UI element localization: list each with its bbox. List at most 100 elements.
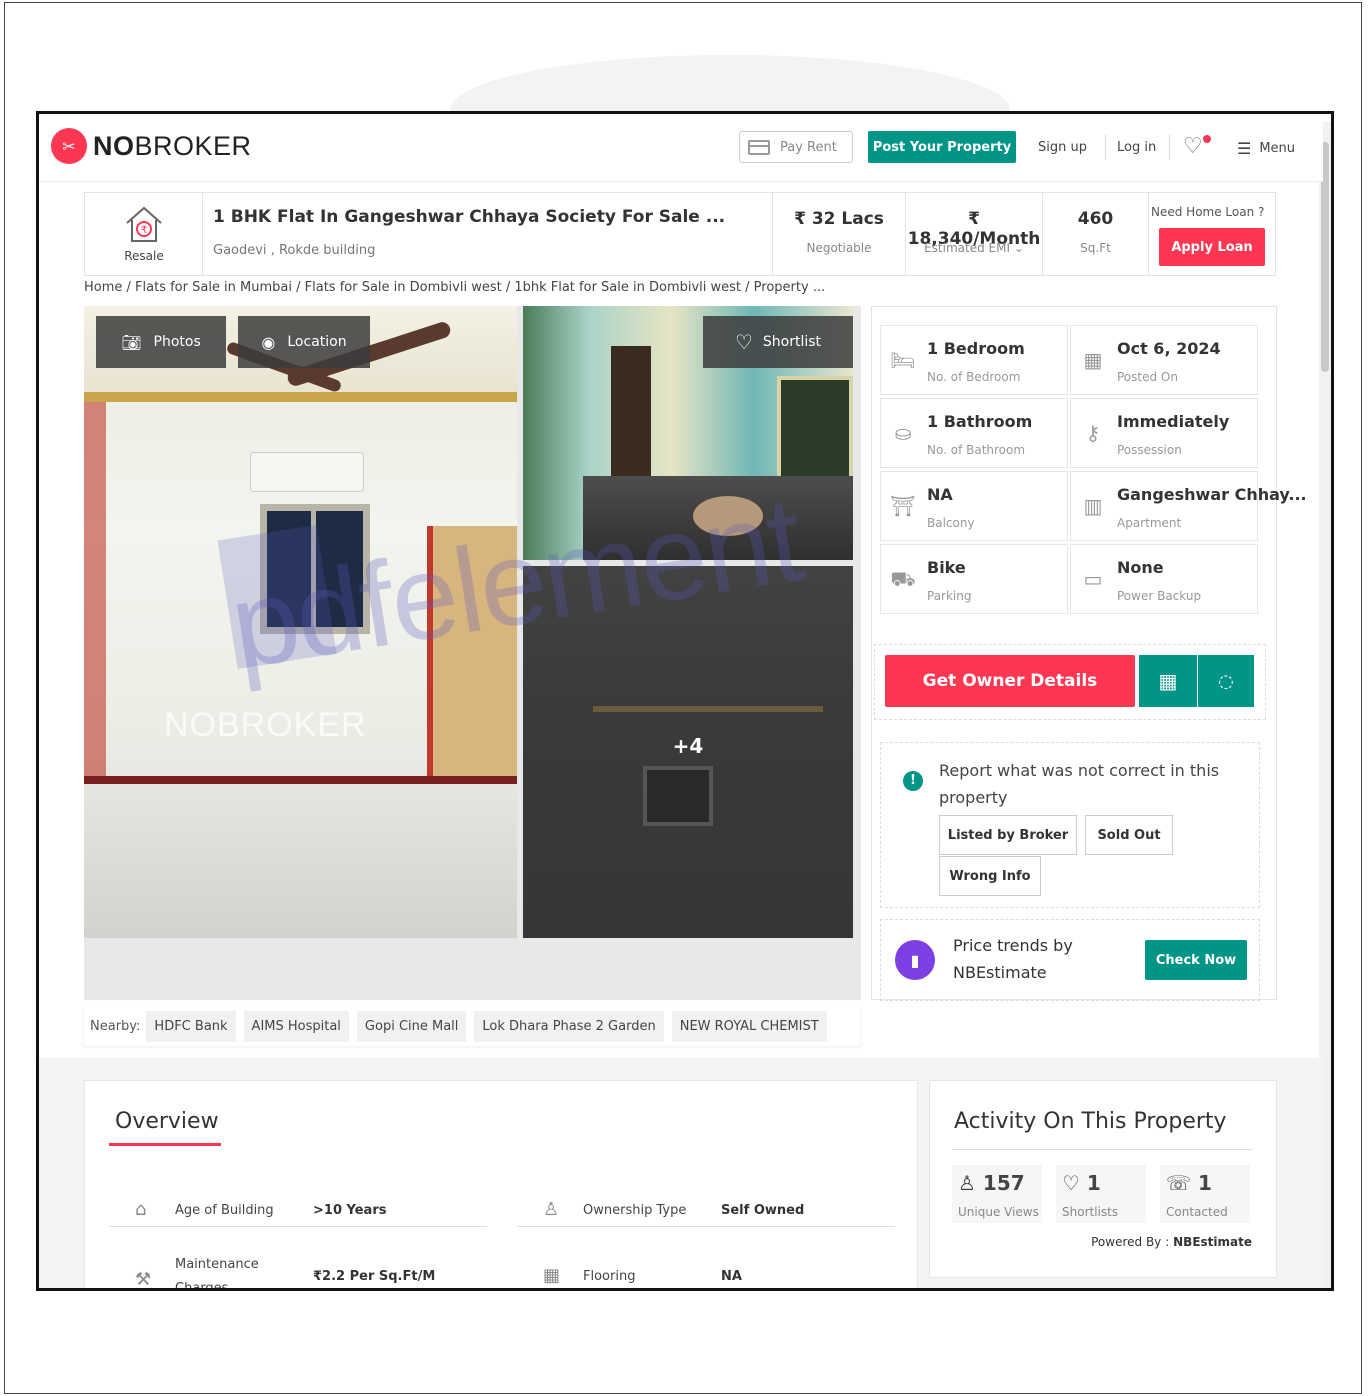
price-trends-text: Price trends by NBEstimate <box>953 936 1073 982</box>
chevron-down-icon: ⌄ <box>1013 241 1024 255</box>
report-text: Report what was not correct in this prop… <box>939 761 1220 807</box>
chart-icon: ▮ <box>895 940 935 980</box>
overview-label: Flooring <box>583 1269 636 1284</box>
overview-row: ⌂ Age of Building >10 Years <box>109 1187 487 1227</box>
overview-value: Self Owned <box>721 1203 805 1218</box>
sign-up-link[interactable]: Sign up <box>1038 140 1087 155</box>
nearby-chip[interactable]: AIMS Hospital <box>243 1010 349 1042</box>
logo-text: NOBROKER <box>93 130 252 161</box>
report-section: ! Report what was not correct in this pr… <box>880 742 1260 908</box>
detail-cell: ▥ Gangeshwar Chhay... Apartment <box>1070 471 1307 541</box>
property-location: Gaodevi , Rokde building <box>213 243 376 258</box>
building-icon: ▥ <box>1083 494 1103 518</box>
calendar-icon: ▦ <box>1083 348 1103 372</box>
nearby-chip[interactable]: HDFC Bank <box>146 1010 236 1042</box>
shortlist-button[interactable]: ♡ Shortlist <box>703 316 853 368</box>
alert-icon: ! <box>903 771 923 791</box>
property-details-panel: 🛏︎ 1 Bedroom No. of Bedroom ▦ Oct 6, 2024 Pos… <box>871 306 1307 1001</box>
car-icon: ⛟ <box>890 567 916 591</box>
nearby-chip[interactable]: Lok Dhara Phase 2 Garden <box>474 1010 664 1042</box>
property-type-cell: ₹ Resale <box>85 193 203 275</box>
cake-icon: ⌂ <box>135 1199 147 1220</box>
svg-text:₹: ₹ <box>141 225 147 236</box>
overview-label: Age of Building <box>175 1203 274 1218</box>
shortlists-stat: ♡ 1 Shortlists <box>1056 1165 1146 1223</box>
photos-label: Photos <box>153 334 201 350</box>
activity-divider <box>952 1149 1252 1150</box>
camera-icon: 📷︎ <box>121 332 142 352</box>
unique-views-stat: ♙ 157 Unique Views <box>952 1165 1042 1223</box>
site-header: ✂ NOBROKER Pay Rent Post Your Property S… <box>39 114 1323 182</box>
overview-value: NA <box>721 1269 742 1284</box>
compass-icon: ◉ <box>261 332 276 352</box>
contacted-stat: ☏ 1 Contacted <box>1160 1165 1250 1223</box>
detail-label: Apartment <box>1117 516 1182 530</box>
nearby-label: Nearby: <box>90 1018 141 1034</box>
owner-icon: ♙ <box>543 1199 560 1220</box>
grid-icon: ▦ <box>543 1265 561 1286</box>
detail-label: No. of Bedroom <box>927 370 1021 384</box>
owner-actions: Get Owner Details ▦ ◌ <box>874 644 1266 720</box>
apply-loan-button[interactable]: Apply Loan <box>1159 228 1265 266</box>
nav-divider <box>1105 134 1106 160</box>
photos-button[interactable]: 📷︎ Photos <box>96 316 226 368</box>
calendar-icon: ▦ <box>1158 669 1178 693</box>
nobroker-logo[interactable]: ✂ NOBROKER <box>51 128 252 164</box>
breadcrumb[interactable]: Home / Flats for Sale in Mumbai / Flats … <box>84 280 825 295</box>
emi-note[interactable]: Estimated EMI ⌄ <box>906 241 1042 255</box>
photo-watermark: NOBROKER <box>164 706 367 744</box>
nav-divider <box>1169 134 1170 160</box>
detail-label: Posted On <box>1117 370 1178 384</box>
logo-badge-icon: ✂ <box>51 128 87 164</box>
report-wrong-info[interactable]: Wrong Info <box>939 856 1041 896</box>
pay-rent-button[interactable]: Pay Rent <box>739 131 853 163</box>
detail-label: Possession <box>1117 443 1182 457</box>
overview-underline <box>109 1143 221 1146</box>
price-trends-section: ▮ Price trends by NBEstimate Check Now <box>880 919 1260 1001</box>
report-sold-out[interactable]: Sold Out <box>1085 815 1173 855</box>
title-cell: 1 BHK Flat In Gangeshwar Chhaya Society … <box>203 193 773 275</box>
more-photos-count: +4 <box>672 734 704 758</box>
chat-icon: ◌ <box>1218 670 1234 692</box>
powered-by: Powered By : NBEstimate <box>1091 1235 1252 1249</box>
nearby-chip[interactable]: NEW ROYAL CHEMIST <box>671 1010 827 1042</box>
tools-icon: ⚒ <box>135 1269 152 1290</box>
phone-icon: ☏ <box>1166 1171 1192 1195</box>
detail-value: 1 Bedroom <box>927 339 1025 358</box>
area-cell: 460 Sq.Ft <box>1043 193 1149 275</box>
detail-value: Bike <box>927 558 966 577</box>
overview-card: Overview ⌂ Age of Building >10 Years ♙ O… <box>84 1080 918 1290</box>
photo-gallery: NOBROKER 📷︎ Photos ◉ Location ♡ Shortlis… <box>84 306 861 1000</box>
balcony-icon: ⛩︎ <box>890 494 916 518</box>
report-listed-by-broker[interactable]: Listed by Broker <box>939 815 1077 855</box>
home-loan-question: Need Home Loan ? <box>1151 205 1265 219</box>
check-now-button[interactable]: Check Now <box>1145 940 1247 980</box>
emi-cell[interactable]: ₹ 18,340/Month Estimated EMI ⌄ <box>906 193 1043 275</box>
heart-icon: ♡ <box>734 330 753 354</box>
get-owner-details-button[interactable]: Get Owner Details <box>885 655 1135 707</box>
schedule-visit-button[interactable]: ▦ <box>1139 655 1197 707</box>
nearby-chip[interactable]: Gopi Cine Mall <box>356 1010 467 1042</box>
post-property-button[interactable]: Post Your Property <box>868 131 1016 163</box>
more-photos-tile[interactable]: +4 <box>523 566 853 938</box>
bathtub-icon: ⛀ <box>894 421 912 445</box>
detail-cell: ⛩︎ NA Balcony <box>880 471 1068 541</box>
chat-button[interactable]: ◌ <box>1198 655 1254 707</box>
resale-house-icon: ₹ <box>126 206 162 242</box>
credit-card-icon <box>748 139 770 155</box>
detail-value: NA <box>927 485 953 504</box>
location-button[interactable]: ◉ Location <box>238 316 370 368</box>
menu-button[interactable]: ☰ Menu <box>1237 139 1295 158</box>
listing-summary-bar: ₹ Resale 1 BHK Flat In Gangeshwar Chhaya… <box>84 192 1276 276</box>
main-photo[interactable]: NOBROKER <box>84 306 517 938</box>
overview-row: ▦ Flooring NA <box>517 1247 895 1287</box>
shortlist-heart-icon[interactable]: ♡ <box>1183 134 1203 159</box>
detail-value: Immediately <box>1117 412 1230 431</box>
detail-value: Oct 6, 2024 <box>1117 339 1221 358</box>
area-value: 460 <box>1077 209 1114 229</box>
detail-cell: ▭ None Power Backup <box>1070 544 1258 614</box>
activity-card: Activity On This Property ♙ 157 Unique V… <box>929 1080 1277 1278</box>
detail-value: None <box>1117 558 1164 577</box>
log-in-link[interactable]: Log in <box>1117 140 1156 155</box>
key-icon: ⚷ <box>1085 421 1101 445</box>
